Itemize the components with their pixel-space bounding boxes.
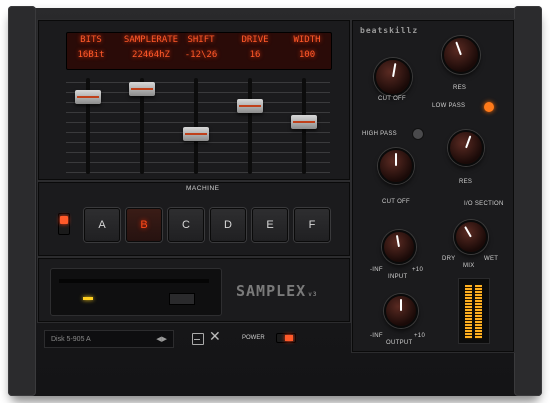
fader-bank xyxy=(66,78,330,174)
pad-e[interactable]: E xyxy=(252,208,288,242)
res-2-knob[interactable] xyxy=(448,130,484,166)
cutoff-1-label: CUT OFF xyxy=(378,96,406,102)
fader-cap-2[interactable] xyxy=(129,82,155,96)
pad-d[interactable]: D xyxy=(210,208,246,242)
highpass-led-button[interactable] xyxy=(412,128,424,140)
cutoff-1-knob[interactable] xyxy=(374,58,412,96)
fader-cap-4[interactable] xyxy=(237,99,263,113)
res-1-label: RES xyxy=(453,85,467,91)
mix-dry-label: DRY xyxy=(442,256,456,262)
pad-b[interactable]: B xyxy=(126,208,162,242)
vu-meter xyxy=(458,278,490,344)
cutoff-2-label: CUT OFF xyxy=(382,199,410,205)
disk-nav-arrows: ◀▶ xyxy=(156,336,167,343)
machine-toggle-switch[interactable] xyxy=(58,213,70,235)
floppy-drive xyxy=(50,268,222,316)
display-column-width[interactable]: WIDTH 100 xyxy=(277,35,337,60)
pad-c[interactable]: C xyxy=(168,208,204,242)
fader-cap-5[interactable] xyxy=(291,115,317,129)
fader-track-4 xyxy=(248,78,252,174)
output-max-label: +10 xyxy=(414,333,426,339)
fader-cap-3[interactable] xyxy=(183,127,209,141)
cutoff-2-knob[interactable] xyxy=(378,148,414,184)
pad-a[interactable]: A xyxy=(84,208,120,242)
close-icon[interactable]: ✕ xyxy=(209,328,221,345)
input-knob[interactable] xyxy=(382,230,416,264)
mix-label: MIX xyxy=(463,263,475,269)
floppy-led xyxy=(83,297,93,300)
fader-cap-1[interactable] xyxy=(75,90,101,104)
right-side-cap xyxy=(514,6,542,396)
input-min-label: -INF xyxy=(370,267,383,273)
display-column-shift[interactable]: SHIFT -12\26 xyxy=(171,35,231,60)
output-label: OUTPUT xyxy=(386,340,413,346)
power-switch[interactable] xyxy=(276,333,296,343)
pad-f[interactable]: F xyxy=(294,208,330,242)
led-display: BITS 16Bit SAMPLERATE 22464hZ SHIFT -12\26 … xyxy=(66,32,332,70)
product-name: SAMPLEX v3 xyxy=(236,282,318,300)
display-column-drive[interactable]: DRIVE 16 xyxy=(225,35,285,60)
floppy-eject-button[interactable] xyxy=(169,293,195,305)
io-section-label: I/O SECTION xyxy=(464,201,504,207)
vu-left-channel xyxy=(465,285,472,339)
output-min-label: -INF xyxy=(370,333,383,339)
left-side-cap xyxy=(8,6,36,396)
highpass-label: HIGH PASS xyxy=(362,131,397,137)
input-label: INPUT xyxy=(388,274,408,280)
lowpass-led-button[interactable] xyxy=(484,102,494,112)
input-max-label: +10 xyxy=(412,267,424,273)
lowpass-label: LOW PASS xyxy=(432,103,466,109)
mix-knob[interactable] xyxy=(454,220,488,254)
fader-track-3 xyxy=(194,78,198,174)
save-icon[interactable] xyxy=(192,333,204,345)
res-2-label: RES xyxy=(459,179,473,185)
output-knob[interactable] xyxy=(384,294,418,328)
vu-right-channel xyxy=(475,285,482,339)
machine-label: MACHINE xyxy=(186,185,220,192)
mix-wet-label: WET xyxy=(484,256,499,262)
res-1-knob[interactable] xyxy=(442,36,480,74)
disk-name-field[interactable]: Disk 5-905 A ◀▶ xyxy=(44,330,174,348)
power-label: POWER xyxy=(242,335,265,341)
display-column-bits[interactable]: BITS 16Bit xyxy=(61,35,121,60)
brand-logo: beatskillz xyxy=(360,26,419,35)
